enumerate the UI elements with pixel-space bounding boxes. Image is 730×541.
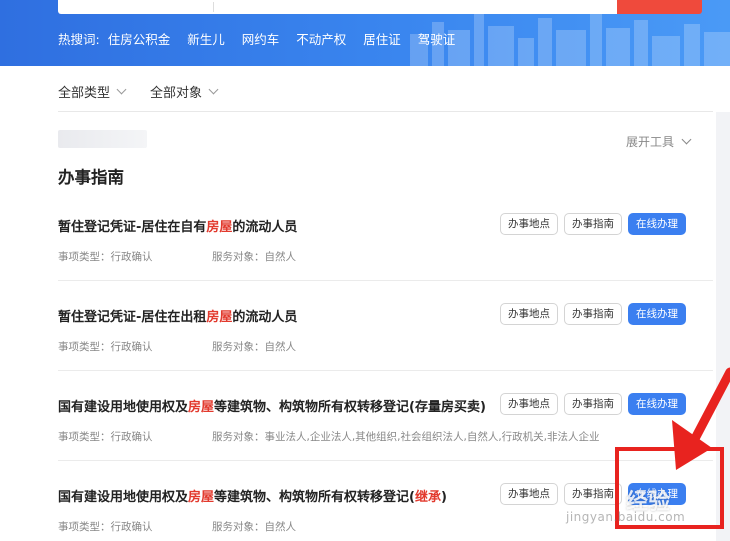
hot-search-item[interactable]: 网约车 <box>242 29 280 48</box>
item-actions: 办事地点 办事指南 在线办理 <box>500 303 686 325</box>
hot-search-row: 热搜词: 住房公积金 新生儿 网约车 不动产权 居住证 驾驶证 <box>58 28 472 48</box>
location-button[interactable]: 办事地点 <box>500 483 558 505</box>
search-button[interactable] <box>617 0 702 14</box>
watermark-url: jingyan.baidu.com <box>566 510 686 524</box>
item-target: 服务对象：事业法人,企业法人,其他组织,社会组织法人,自然人,行政机关,非法人企… <box>212 431 600 443</box>
hot-search-item[interactable]: 新生儿 <box>187 29 225 48</box>
hot-search-item[interactable]: 不动产权 <box>296 29 346 48</box>
item-type: 事项类型：行政确认 <box>58 251 153 263</box>
expand-tools-button[interactable]: 展开工具 <box>626 133 692 150</box>
filter-type-label: 全部类型 <box>58 86 111 101</box>
chevron-down-icon <box>681 134 692 145</box>
guide-button[interactable]: 办事指南 <box>564 483 622 505</box>
guide-button[interactable]: 办事指南 <box>564 303 622 325</box>
item-target: 服务对象：自然人 <box>212 521 296 533</box>
location-button[interactable]: 办事地点 <box>500 393 558 415</box>
item-actions: 办事地点 办事指南 在线办理 <box>500 213 686 235</box>
item-title-link[interactable]: 国有建设用地使用权及房屋等建筑物、构筑物所有权转移登记(继承) <box>58 486 447 505</box>
item-type: 事项类型：行政确认 <box>58 431 153 443</box>
chevron-down-icon <box>208 84 219 95</box>
filter-target-label: 全部对象 <box>150 86 203 101</box>
filter-bar: 全部类型 全部对象 <box>58 82 242 101</box>
item-divider <box>58 460 713 461</box>
guide-button[interactable]: 办事指南 <box>564 393 622 415</box>
item-target: 服务对象：自然人 <box>212 341 296 353</box>
hot-search-item[interactable]: 驾驶证 <box>418 29 456 48</box>
expand-tools-label: 展开工具 <box>626 135 675 149</box>
search-input[interactable] <box>58 0 618 14</box>
location-button[interactable]: 办事地点 <box>500 303 558 325</box>
online-apply-button[interactable]: 在线办理 <box>628 213 686 235</box>
hot-search-label: 热搜词: <box>58 31 100 47</box>
filter-type-dropdown[interactable]: 全部类型 <box>58 82 127 101</box>
item-title-link[interactable]: 暂住登记凭证-居住在自有房屋的流动人员 <box>58 216 297 235</box>
chevron-down-icon <box>116 84 127 95</box>
item-divider <box>58 370 713 371</box>
guide-button[interactable]: 办事指南 <box>564 213 622 235</box>
online-apply-button[interactable]: 在线办理 <box>628 393 686 415</box>
search-divider <box>213 2 214 12</box>
location-button[interactable]: 办事地点 <box>500 213 558 235</box>
item-divider <box>58 280 713 281</box>
filter-divider <box>58 111 713 112</box>
item-title-link[interactable]: 国有建设用地使用权及房屋等建筑物、构筑物所有权转移登记(存量房买卖) <box>58 396 486 415</box>
item-title-link[interactable]: 暂住登记凭证-居住在出租房屋的流动人员 <box>58 306 297 325</box>
item-target: 服务对象：自然人 <box>212 251 296 263</box>
hot-search-item[interactable]: 住房公积金 <box>108 29 171 48</box>
section-title: 办事指南 <box>58 168 124 187</box>
item-type: 事项类型：行政确认 <box>58 341 153 353</box>
hot-search-item[interactable]: 居住证 <box>363 29 401 48</box>
top-banner: 热搜词: 住房公积金 新生儿 网约车 不动产权 居住证 驾驶证 <box>0 0 730 66</box>
online-apply-button[interactable]: 在线办理 <box>628 303 686 325</box>
item-type: 事项类型：行政确认 <box>58 521 153 533</box>
blurred-result-count <box>58 130 147 148</box>
right-scroll-strip <box>716 112 730 541</box>
filter-target-dropdown[interactable]: 全部对象 <box>150 82 219 101</box>
item-actions: 办事地点 办事指南 在线办理 <box>500 393 686 415</box>
